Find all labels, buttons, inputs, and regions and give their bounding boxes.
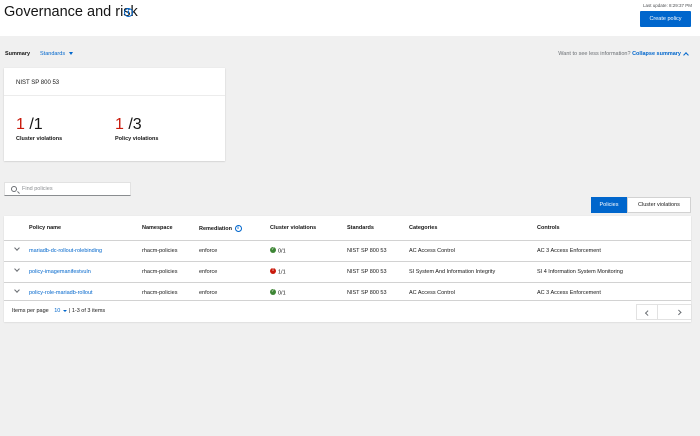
search-icon bbox=[11, 186, 17, 192]
summary-label: Summary bbox=[5, 51, 31, 57]
namespace-cell: rhacm-policies bbox=[142, 248, 178, 254]
check-circle-icon: ✓ bbox=[270, 289, 276, 295]
table-row: mariadb-dc-rollout-rolebinding rhacm-pol… bbox=[4, 240, 691, 261]
search-input[interactable] bbox=[22, 183, 128, 195]
header-policy-name[interactable]: Policy name bbox=[29, 225, 61, 231]
header-controls[interactable]: Controls bbox=[537, 225, 560, 231]
violations-value: 0/1 bbox=[278, 248, 286, 255]
policy-violations-total: /3 bbox=[128, 116, 142, 133]
info-icon[interactable]: i bbox=[124, 8, 133, 17]
standards-cell: NIST SP 800 53 bbox=[347, 290, 387, 296]
header-standards[interactable]: Standards bbox=[347, 225, 374, 231]
per-page-select[interactable]: 10 bbox=[54, 308, 68, 314]
range-text: | 1-3 of 3 items bbox=[68, 308, 106, 314]
cluster-violations-toggle-button[interactable]: Cluster violations bbox=[627, 197, 691, 213]
controls-cell: AC 3 Access Enforcement bbox=[537, 290, 601, 296]
header-namespace[interactable]: Namespace bbox=[142, 225, 173, 231]
view-toggle: Policies Cluster violations bbox=[591, 197, 691, 213]
collapse-summary-label: Collapse summary bbox=[632, 51, 681, 57]
create-policy-button[interactable]: Create policy bbox=[640, 11, 691, 27]
cluster-violations-cell: ! 1/1 bbox=[270, 268, 286, 276]
cluster-violations-count[interactable]: 1 /1 bbox=[16, 116, 62, 134]
next-page-button[interactable] bbox=[670, 304, 692, 320]
collapse-summary-link[interactable]: Collapse summary bbox=[632, 51, 689, 58]
remediation-cell: enforce bbox=[199, 248, 218, 254]
namespace-cell: rhacm-policies bbox=[142, 269, 178, 275]
items-per-page: Items per page 10 | 1-3 of 3 items bbox=[12, 308, 105, 314]
chevron-up-icon bbox=[683, 51, 689, 58]
table-pagination: Items per page 10 | 1-3 of 3 items bbox=[4, 300, 692, 322]
policy-violations-label: Policy violations bbox=[115, 136, 159, 142]
cluster-violations-cell: ✓ 0/1 bbox=[270, 289, 286, 297]
table-row: policy-imagemanifestvuln rhacm-policies … bbox=[4, 261, 691, 282]
card-divider bbox=[4, 95, 225, 96]
policy-name-link[interactable]: mariadb-dc-rollout-rolebinding bbox=[29, 248, 102, 254]
controls-cell: AC 3 Access Enforcement bbox=[537, 248, 601, 254]
summary-view-select[interactable]: Standards bbox=[40, 51, 74, 57]
categories-cell: SI System And Information Integrity bbox=[409, 269, 496, 275]
chevron-left-icon bbox=[645, 310, 651, 316]
page-header: Governance and risk i Last update: 8:29:… bbox=[0, 0, 700, 36]
header-remediation-label: Remediation bbox=[199, 225, 233, 232]
see-less-text: Want to see less information? bbox=[558, 51, 631, 57]
policies-table: Policy name Namespace Remediation i Clus… bbox=[4, 216, 692, 322]
cluster-violations-stat: 1 /1 Cluster violations bbox=[16, 116, 62, 142]
policies-toggle-button[interactable]: Policies bbox=[591, 197, 627, 213]
caret-down-icon bbox=[69, 52, 74, 56]
summary-view-select-value: Standards bbox=[40, 51, 66, 57]
namespace-cell: rhacm-policies bbox=[142, 290, 178, 296]
card-title: NIST SP 800 53 bbox=[16, 80, 60, 86]
expand-chevron-icon[interactable] bbox=[14, 266, 20, 272]
remediation-cell: enforce bbox=[199, 290, 218, 296]
categories-cell: AC Access Control bbox=[409, 290, 455, 296]
violations-value: 0/1 bbox=[278, 290, 286, 297]
expand-chevron-icon[interactable] bbox=[14, 245, 20, 251]
last-update-text: Last update: 8:29:37 PM bbox=[642, 3, 692, 8]
cluster-violations-total: /1 bbox=[29, 116, 43, 133]
policy-name-link[interactable]: policy-imagemanifestvuln bbox=[29, 269, 91, 275]
remediation-cell: enforce bbox=[199, 269, 218, 275]
standards-cell: NIST SP 800 53 bbox=[347, 269, 387, 275]
standard-summary-card: NIST SP 800 53 1 /1 Cluster violations 1… bbox=[4, 68, 225, 161]
cluster-violations-cell: ✓ 0/1 bbox=[270, 247, 286, 255]
header-cluster-violations[interactable]: Cluster violations bbox=[270, 225, 316, 231]
violations-value: 1/1 bbox=[278, 269, 286, 276]
policy-name-link[interactable]: policy-role-mariadb-rollout bbox=[29, 290, 93, 296]
categories-cell: AC Access Control bbox=[409, 248, 455, 254]
header-categories[interactable]: Categories bbox=[409, 225, 437, 231]
cluster-violations-value: 1 bbox=[16, 116, 25, 133]
page-title: Governance and risk bbox=[4, 4, 138, 20]
expand-chevron-icon[interactable] bbox=[14, 287, 20, 293]
items-per-page-label: Items per page bbox=[12, 308, 49, 314]
exclamation-circle-icon: ! bbox=[270, 268, 276, 274]
policy-violations-value: 1 bbox=[115, 116, 124, 133]
search-box bbox=[4, 182, 131, 196]
controls-cell: SI 4 Information System Monitoring bbox=[537, 269, 623, 275]
page-indicator bbox=[658, 304, 670, 320]
header-remediation[interactable]: Remediation i bbox=[199, 225, 242, 232]
caret-down-icon bbox=[63, 309, 68, 312]
check-circle-icon: ✓ bbox=[270, 247, 276, 253]
info-icon[interactable]: i bbox=[234, 225, 242, 232]
collapse-summary-area: Want to see less information? Collapse s… bbox=[558, 51, 689, 58]
cluster-violations-label: Cluster violations bbox=[16, 136, 63, 142]
policy-violations-stat: 1 /3 Policy violations bbox=[115, 116, 158, 142]
chevron-right-icon bbox=[676, 310, 682, 316]
per-page-value: 10 bbox=[54, 308, 61, 314]
policy-violations-count[interactable]: 1 /3 bbox=[115, 116, 158, 134]
previous-page-button[interactable] bbox=[636, 304, 658, 320]
standards-cell: NIST SP 800 53 bbox=[347, 248, 387, 254]
